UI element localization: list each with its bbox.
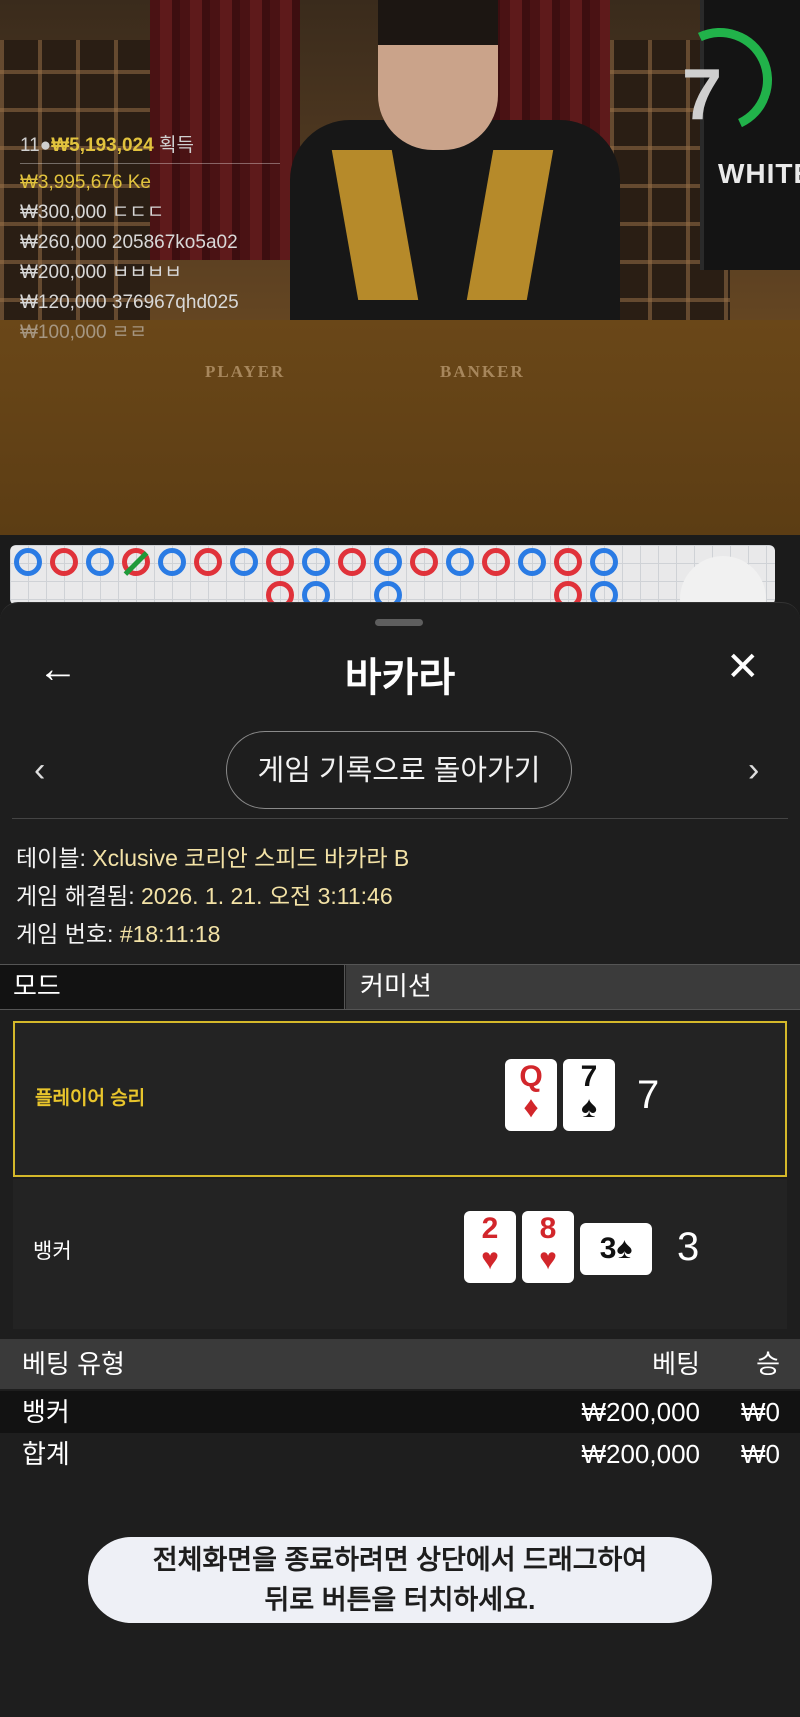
brand-logo: WHITE <box>718 158 800 189</box>
winner-row: ₩300,000 ㄷㄷㄷ <box>20 202 165 223</box>
winner-row: ₩3,995,676 Ke <box>20 172 151 193</box>
winners-suffix: 획득 <box>158 135 194 156</box>
banker-result-label: 뱅커 <box>33 1240 72 1263</box>
game-history-panel: ← 바카라 ✕ ‹ 게임 기록으로 돌아가기 › 테이블: Xclusive 코… <box>0 602 800 1717</box>
felt-banker-label: BANKER <box>440 362 525 381</box>
road-bead-banker <box>338 548 366 576</box>
winner-row: ₩200,000 ㅂㅂㅂㅂ <box>20 262 182 283</box>
road-bead-banker <box>194 548 222 576</box>
chevron-right-icon[interactable]: › <box>748 751 759 790</box>
table-row-total: 합계 ₩200,000 ₩0 <box>0 1433 800 1475</box>
playing-card: 8 ♥ <box>522 1211 574 1283</box>
road-bead-player <box>590 548 618 576</box>
road-bead-banker <box>554 548 582 576</box>
road-bead-player <box>158 548 186 576</box>
player-result: 플레이어 승리 Q ♦ 7 ♠ 7 <box>13 1021 787 1177</box>
divider <box>12 818 788 819</box>
playing-card-sideways: 3♠ <box>580 1223 652 1275</box>
chevron-left-icon[interactable]: ‹ <box>34 751 45 790</box>
playing-card: 7 ♠ <box>563 1059 615 1131</box>
tab-mode[interactable]: 모드 <box>0 965 345 1009</box>
winners-header: 11●₩5,193,024 획득 <box>20 130 280 164</box>
drag-handle[interactable] <box>375 619 423 626</box>
road-bead-player <box>518 548 546 576</box>
road-bead-player <box>302 548 330 576</box>
banker-result: 뱅커 2 ♥ 8 ♥ 3♠ 3 <box>13 1179 787 1329</box>
bead-road[interactable] <box>10 545 775 605</box>
winner-row: ₩120,000 376967qhd025 <box>20 292 239 313</box>
winner-row: ₩100,000 ㄹㄹ <box>20 322 147 343</box>
back-to-history-button[interactable]: 게임 기록으로 돌아가기 <box>226 731 572 809</box>
playing-card: Q ♦ <box>505 1059 557 1131</box>
dealer-head <box>378 0 498 150</box>
road-bead-player <box>230 548 258 576</box>
person-icon: ● <box>39 135 52 156</box>
winner-row: ₩260,000 205867ko5a02 <box>20 232 238 253</box>
road-bead-banker <box>50 548 78 576</box>
banker-score: 3 <box>677 1225 700 1269</box>
fullscreen-toast: 전체화면을 종료하려면 상단에서 드래그하여 뒤로 버튼을 터치하세요. <box>88 1537 712 1623</box>
road-bead-banker <box>410 548 438 576</box>
road-bead-banker-tie <box>122 548 150 576</box>
winners-list: 11●₩5,193,024 획득 ₩3,995,676 Ke ₩300,000 … <box>20 130 280 348</box>
resolved-info: 게임 해결됨: 2026. 1. 21. 오전 3:11:46 <box>16 883 393 909</box>
round-info: 게임 번호: #18:11:18 <box>16 921 221 947</box>
player-result-label: 플레이어 승리 <box>35 1088 146 1109</box>
player-score: 7 <box>637 1073 660 1117</box>
felt-player-label: PLAYER <box>205 362 286 381</box>
road-bead-banker <box>266 548 294 576</box>
winners-count: 11 <box>20 135 40 156</box>
playing-card: 2 ♥ <box>464 1211 516 1283</box>
winners-total: ₩5,193,024 <box>51 135 154 156</box>
close-icon[interactable]: ✕ <box>726 647 760 687</box>
bet-table-header: 베팅 유형 베팅 승 <box>0 1339 800 1389</box>
tab-commission[interactable]: 커미션 <box>346 965 800 1009</box>
table-felt <box>0 320 800 535</box>
timer-count: 7 <box>682 55 723 135</box>
road-bead-player <box>374 548 402 576</box>
page-title: 바카라 <box>344 656 456 700</box>
road-bead-player <box>446 548 474 576</box>
mode-tabs: 모드 커미션 <box>0 964 800 1010</box>
table-row: 뱅커 ₩200,000 ₩0 <box>0 1391 800 1434</box>
table-info: 테이블: Xclusive 코리안 스피드 바카라 B <box>16 845 410 871</box>
road-bead-banker <box>482 548 510 576</box>
live-video: PLAYER BANKER 7 WHITE 11●₩5,193,024 획득 ₩… <box>0 0 800 535</box>
road-bead-player <box>14 548 42 576</box>
road-bead-player <box>86 548 114 576</box>
